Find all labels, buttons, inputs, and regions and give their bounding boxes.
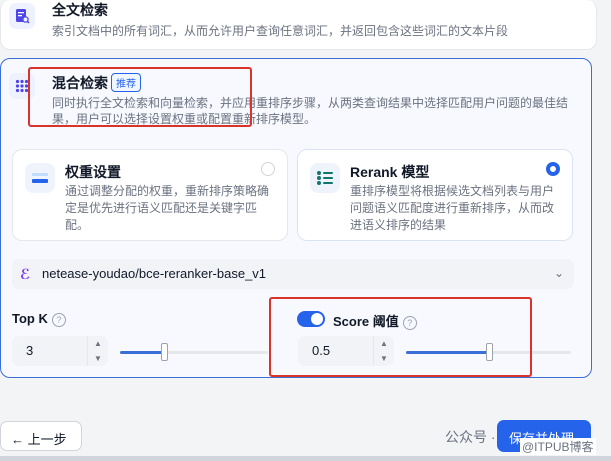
rerank-model-description: 重排序模型将根据候选文档列表与用户问题语义匹配度进行重新排序，从而改进语义排序的… [350,184,555,232]
topk-label-text: Top K [12,311,48,326]
bottom-bar [0,456,611,461]
rerank-model-radio[interactable] [546,162,560,176]
weight-setting-title: 权重设置 [65,164,121,180]
fulltext-title: 全文检索 [52,2,108,18]
fulltext-description: 索引文档中的所有词汇，从而允许用户查询任意词汇，并返回包含这些词汇的文本片段 [52,24,509,38]
back-button[interactable]: ← 上一步 [0,421,82,451]
watermark-site: @ITPUB博客 [520,438,596,455]
balance-icon [25,163,55,193]
weight-setting-option[interactable]: 权重设置 通过调整分配的权重，重新排序策略确定是优先进行语义匹配还是关键字匹配。 [12,149,288,241]
weight-setting-radio[interactable] [261,162,275,176]
weight-setting-description: 通过调整分配的权重，重新排序策略确定是优先进行语义匹配还是关键字匹配。 [65,184,270,232]
model-provider-icon: ℰ [20,266,31,282]
topk-slider[interactable] [120,343,268,361]
stepper-arrows-icon[interactable]: ▲ ▼ [87,336,108,366]
document-search-icon [9,3,35,29]
topk-stepper[interactable]: 3 ▲ ▼ [12,336,108,366]
rerank-icon [310,163,340,193]
rerank-model-select[interactable]: ℰ netease-youdao/bce-reranker-base_v1 ⌄ [12,259,574,289]
chevron-down-icon[interactable]: ⌄ [554,266,564,280]
highlight-box-hybrid [28,67,252,127]
highlight-box-score [269,297,532,377]
rerank-model-option[interactable]: Rerank 模型 重排序模型将根据候选文档列表与用户问题语义匹配度进行重新排序… [297,149,573,241]
topk-slider-thumb[interactable] [161,343,169,361]
help-icon[interactable]: ? [51,312,66,327]
topk-label: Top K? [12,311,66,327]
topk-value: 3 [26,343,34,358]
topk-slider-fill [120,351,165,354]
rerank-model-name: netease-youdao/bce-reranker-base_v1 [42,266,267,281]
rerank-model-title: Rerank 模型 [350,164,430,180]
back-button-label: ← 上一步 [11,432,67,447]
fulltext-search-option[interactable]: 全文检索 索引文档中的所有词汇，从而允许用户查询任意词汇，并返回包含这些词汇的文… [0,0,597,50]
